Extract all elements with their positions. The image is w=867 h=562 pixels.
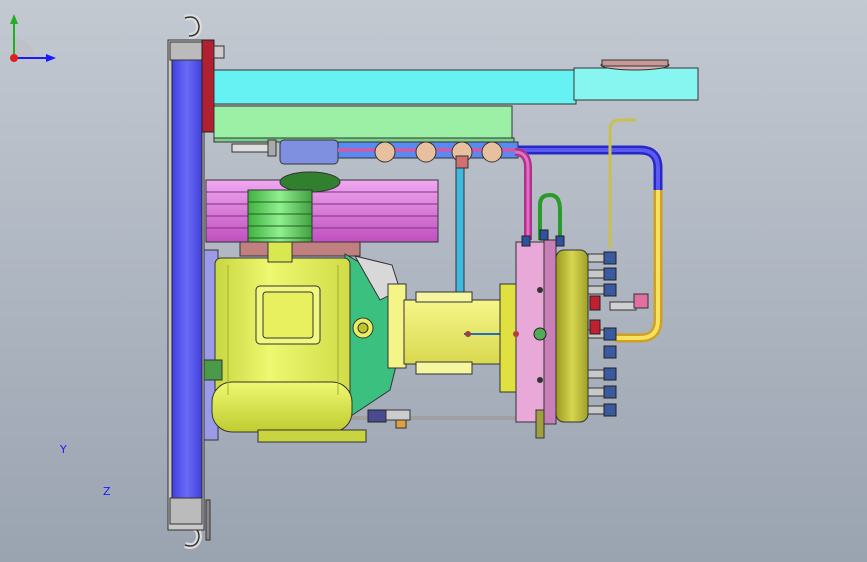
- magenta-pipe: [514, 148, 532, 240]
- yellow-pipe: [615, 190, 663, 343]
- thin-yellow-pipe: [608, 118, 636, 248]
- cyan-pipe: [455, 167, 465, 299]
- lower-fittings: [367, 409, 411, 429]
- motor-pulley: [247, 189, 313, 249]
- cylinder-flange: [499, 229, 565, 439]
- upper-manifold: [231, 139, 519, 169]
- lifting-hook-top: [184, 14, 203, 39]
- orientation-triad: [10, 14, 56, 62]
- compressor-assembly-drawing: [167, 14, 699, 549]
- cad-viewport[interactable]: [0, 0, 867, 562]
- blue-pipe: [518, 145, 663, 190]
- belt-pulley: [205, 171, 439, 243]
- compressor-cylinder: [387, 283, 515, 375]
- top-cyan-beam: [213, 59, 699, 105]
- y-axis-label: Y: [60, 443, 67, 456]
- z-axis-label: Z: [103, 485, 111, 498]
- belt-guard-base: [239, 241, 361, 257]
- electric-motor: [203, 241, 367, 443]
- green-beam: [213, 105, 515, 143]
